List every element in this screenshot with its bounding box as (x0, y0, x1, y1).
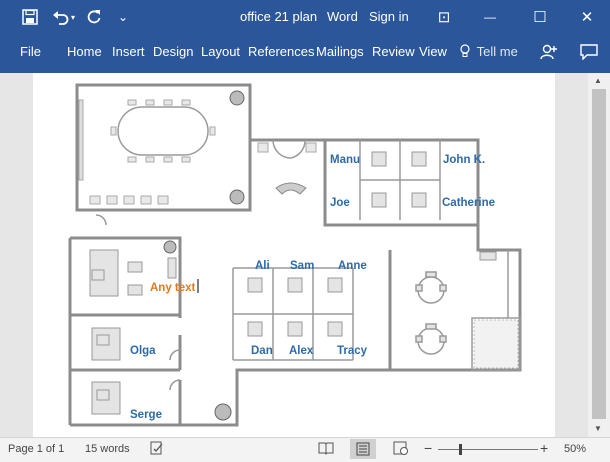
undo-dropdown-icon[interactable]: ▾ (68, 7, 78, 27)
label-serge: Serge (130, 409, 162, 421)
label-alex: Alex (289, 345, 314, 357)
scroll-down-arrow-icon[interactable]: ▼ (594, 424, 602, 433)
save-icon[interactable] (19, 7, 41, 27)
redo-icon[interactable] (83, 7, 105, 27)
print-layout-icon[interactable] (350, 439, 376, 459)
editable-text-box[interactable]: Any text (150, 282, 196, 294)
scroll-thumb[interactable] (592, 89, 606, 419)
tab-review[interactable]: Review (372, 44, 415, 59)
label-manu: Manu (330, 154, 360, 166)
zoom-slider-thumb[interactable] (459, 444, 463, 455)
label-john-k: John K. (443, 154, 485, 166)
tab-insert[interactable]: Insert (112, 44, 145, 59)
label-anne: Anne (338, 260, 367, 272)
meeting-tables (415, 271, 447, 355)
maximize-button[interactable]: ☐ (517, 0, 563, 34)
tab-file[interactable]: File (20, 44, 41, 59)
app-name: Word (327, 9, 358, 24)
minimize-button[interactable]: — (467, 0, 513, 34)
tab-home[interactable]: Home (67, 44, 102, 59)
label-joe: Joe (330, 197, 350, 209)
storage-area (473, 319, 519, 369)
title-bar: ▾ ⌄ office 21 plan Word Sign in ⊡ — ☐ ✕ (0, 0, 610, 34)
share-person-icon[interactable] (538, 42, 560, 62)
customize-qat-icon[interactable]: ⌄ (112, 7, 134, 27)
zoom-out-button[interactable]: − (424, 440, 432, 456)
status-bar: Page 1 of 1 15 words − + 50% (0, 437, 610, 462)
proofing-icon[interactable] (150, 441, 164, 458)
close-button[interactable]: ✕ (564, 0, 610, 34)
label-ali: Ali (255, 260, 270, 272)
scroll-up-arrow-icon[interactable]: ▲ (594, 76, 602, 85)
label-olga: Olga (130, 345, 156, 357)
reception-desk (275, 182, 307, 195)
document-page[interactable]: Manu John K. Joe Catherine Ali Sam Anne … (33, 73, 555, 437)
zoom-slider-track[interactable] (438, 449, 538, 450)
document-canvas[interactable]: Manu John K. Joe Catherine Ali Sam Anne … (0, 73, 588, 437)
sign-in-link[interactable]: Sign in (369, 9, 409, 24)
tab-view[interactable]: View (419, 44, 447, 59)
label-sam: Sam (290, 260, 314, 272)
tab-references[interactable]: References (248, 44, 314, 59)
tell-me-label: Tell me (476, 44, 518, 59)
zoom-in-button[interactable]: + (540, 440, 548, 456)
comment-icon[interactable] (578, 42, 600, 62)
label-catherine: Catherine (442, 197, 495, 209)
zoom-level[interactable]: 50% (564, 443, 586, 455)
tell-me-search[interactable]: Tell me (460, 44, 518, 59)
label-tracy: Tracy (337, 345, 368, 357)
vertical-scrollbar[interactable]: ▲ ▼ (588, 73, 610, 437)
page-count[interactable]: Page 1 of 1 (8, 443, 64, 455)
document-title: office 21 plan (240, 9, 318, 24)
office-floor-plan[interactable]: Manu John K. Joe Catherine Ali Sam Anne … (33, 73, 555, 437)
tab-design[interactable]: Design (153, 44, 193, 59)
web-layout-icon[interactable] (393, 441, 409, 458)
lightbulb-icon (460, 44, 470, 57)
read-mode-icon[interactable] (318, 441, 334, 458)
word-count[interactable]: 15 words (85, 443, 130, 455)
tab-layout[interactable]: Layout (201, 44, 240, 59)
label-dan: Dan (251, 345, 273, 357)
ribbon-tabs: File Home Insert Design Layout Reference… (0, 34, 610, 73)
ribbon-display-options-button[interactable]: ⊡ (421, 0, 467, 34)
tab-mailings[interactable]: Mailings (316, 44, 364, 59)
